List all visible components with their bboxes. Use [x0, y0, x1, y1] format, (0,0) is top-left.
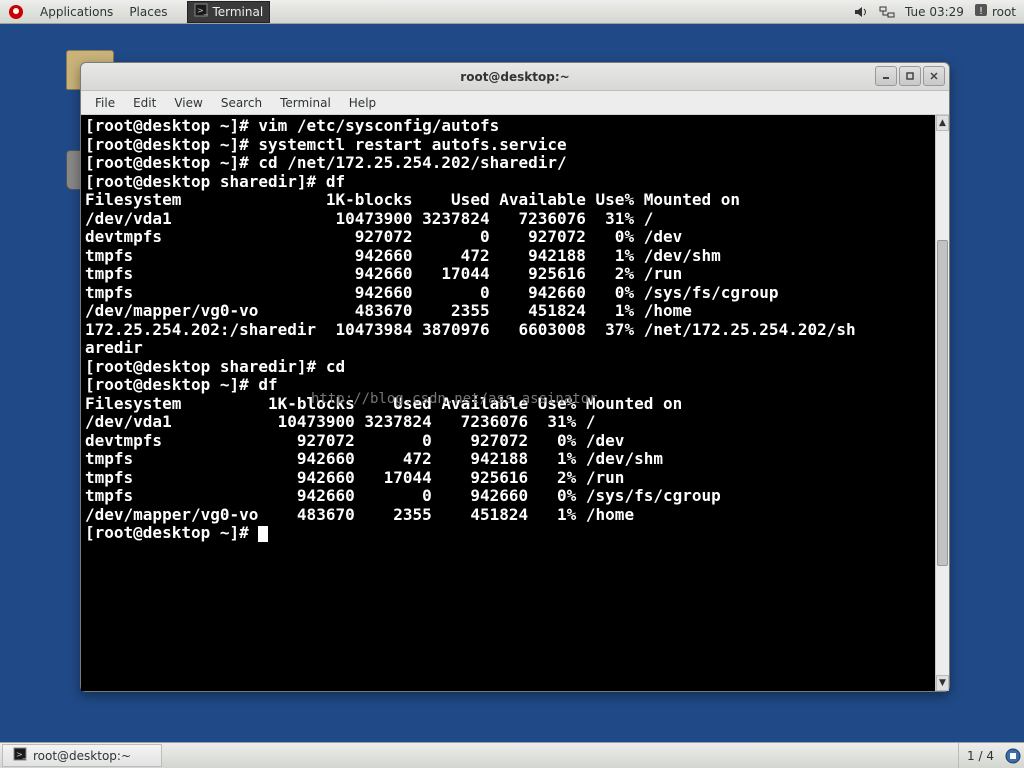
maximize-button[interactable]	[899, 66, 921, 86]
user-label: root	[992, 5, 1016, 19]
warning-icon: !	[974, 3, 988, 20]
show-desktop-icon[interactable]	[1002, 748, 1024, 764]
terminal-scrollbar[interactable]: ▲ ▼	[935, 115, 949, 691]
distro-logo-icon	[6, 2, 26, 22]
network-icon[interactable]	[879, 4, 895, 20]
scroll-track[interactable]	[936, 131, 949, 675]
top-panel: Applications Places >_ Terminal Tue 03:2…	[0, 0, 1024, 24]
menu-search[interactable]: Search	[213, 94, 270, 112]
menu-view[interactable]: View	[166, 94, 210, 112]
svg-text:>_: >_	[16, 750, 27, 759]
bottom-panel: >_ root@desktop:~ 1 / 4	[0, 742, 1024, 768]
terminal-output[interactable]: [root@desktop ~]# vim /etc/sysconfig/aut…	[81, 115, 935, 691]
terminal-menubar: File Edit View Search Terminal Help	[81, 91, 949, 115]
volume-icon[interactable]	[853, 4, 869, 20]
terminal-cursor	[258, 526, 268, 542]
user-menu[interactable]: ! root	[974, 3, 1016, 20]
clock[interactable]: Tue 03:29	[905, 5, 964, 19]
terminal-window: root@desktop:~ File Edit View Search Ter…	[80, 62, 950, 692]
taskbar-terminal-label: Terminal	[212, 5, 263, 19]
scroll-up-button[interactable]: ▲	[936, 115, 949, 131]
window-titlebar[interactable]: root@desktop:~	[81, 63, 949, 91]
places-menu[interactable]: Places	[121, 5, 175, 19]
menu-help[interactable]: Help	[341, 94, 384, 112]
scroll-down-button[interactable]: ▼	[936, 675, 949, 691]
watermark-text: http://blog.csdn.net/ass_assinator	[311, 390, 598, 409]
window-title: root@desktop:~	[460, 70, 569, 84]
minimize-button[interactable]	[875, 66, 897, 86]
menu-file[interactable]: File	[87, 94, 123, 112]
task-entry-terminal[interactable]: >_ root@desktop:~	[2, 744, 162, 767]
applications-menu[interactable]: Applications	[32, 5, 121, 19]
close-button[interactable]	[923, 66, 945, 86]
system-tray: Tue 03:29 ! root	[853, 3, 1024, 20]
terminal-icon: >_	[194, 3, 208, 20]
taskbar-terminal[interactable]: >_ Terminal	[187, 1, 270, 23]
menu-edit[interactable]: Edit	[125, 94, 164, 112]
task-entry-label: root@desktop:~	[33, 749, 131, 763]
menu-terminal[interactable]: Terminal	[272, 94, 339, 112]
workspace-indicator[interactable]: 1 / 4	[958, 743, 1002, 768]
svg-text:>_: >_	[197, 6, 208, 15]
terminal-icon: >_	[13, 747, 27, 764]
svg-text:!: !	[979, 6, 983, 17]
scroll-thumb[interactable]	[937, 240, 948, 566]
